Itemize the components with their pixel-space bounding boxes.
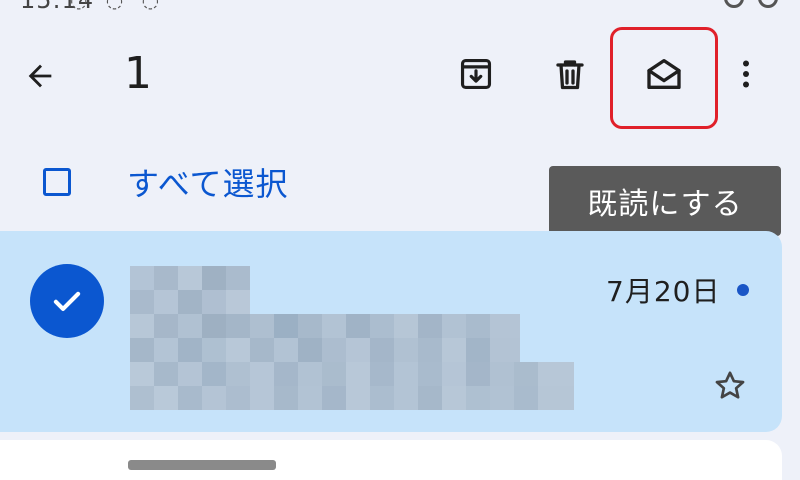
mark-as-read-button[interactable] bbox=[638, 48, 690, 100]
more-vert-icon bbox=[743, 60, 749, 88]
back-button[interactable] bbox=[14, 50, 66, 102]
status-bar: 15:14 ◌ ◌ ◌ bbox=[0, 0, 800, 14]
arrow-back-icon bbox=[28, 64, 52, 88]
email-list-item-next[interactable] bbox=[0, 440, 782, 480]
next-row-sender-placeholder bbox=[128, 460, 276, 470]
mail-open-icon bbox=[647, 59, 681, 90]
tooltip: 既読にする bbox=[549, 166, 781, 236]
selected-check-avatar[interactable] bbox=[30, 264, 104, 338]
status-system-icons bbox=[724, 0, 778, 8]
check-icon bbox=[53, 291, 81, 311]
trash-icon bbox=[556, 60, 584, 90]
select-all-label: すべて選択 bbox=[127, 165, 289, 203]
selected-count: 1 bbox=[124, 48, 152, 99]
redacted-email-content bbox=[130, 266, 574, 410]
select-all-checkbox[interactable] bbox=[43, 168, 71, 196]
archive-button[interactable] bbox=[450, 48, 502, 100]
star-button[interactable] bbox=[708, 364, 752, 408]
email-date: 7月20日 bbox=[606, 275, 721, 308]
status-icons: ◌ ◌ ◌ bbox=[70, 0, 166, 12]
more-options-button[interactable] bbox=[720, 48, 772, 100]
star-outline-icon bbox=[715, 371, 745, 399]
archive-icon bbox=[460, 58, 492, 90]
select-all[interactable]: すべて選択 bbox=[30, 158, 288, 206]
delete-button[interactable] bbox=[544, 48, 596, 100]
unread-indicator bbox=[737, 284, 749, 296]
